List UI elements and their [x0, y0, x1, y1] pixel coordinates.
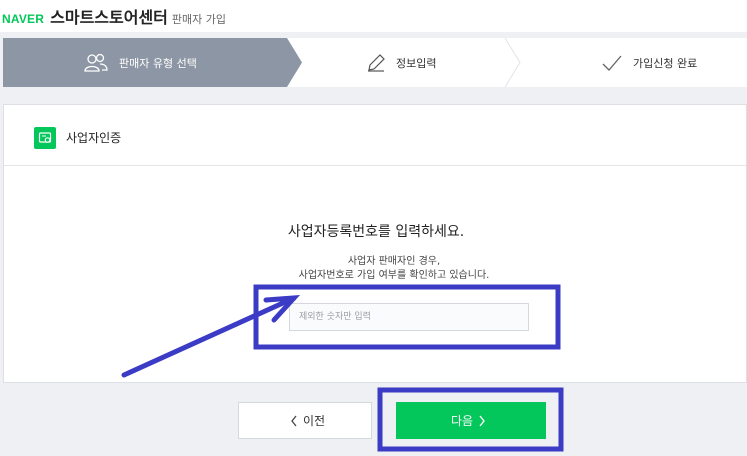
- description-line-1: 사업자 판매자인 경우,: [347, 256, 441, 267]
- step-complete: 가입신청 완료: [601, 38, 697, 87]
- service-title[interactable]: 스마트스토어센터: [50, 4, 168, 28]
- card-title: 사업자인증: [66, 131, 122, 145]
- card-header: 사업자인증: [4, 105, 746, 166]
- chevron-left-icon: [291, 415, 297, 426]
- step-info-input: 정보입력: [366, 38, 436, 87]
- naver-logo[interactable]: NAVER: [2, 12, 44, 26]
- step-label: 판매자 유형 선택: [119, 56, 197, 70]
- business-number-input[interactable]: [289, 303, 529, 331]
- next-button-label: 다음: [450, 414, 474, 428]
- business-verification-card: 사업자인증 사업자등록번호를 입력하세요. 사업자 판매자인 경우, 사업자번호…: [3, 104, 747, 383]
- signup-steps: 판매자 유형 선택 정보입력 가입신청 완료: [3, 38, 747, 87]
- prompt-heading: 사업자등록번호를 입력하세요.: [287, 224, 465, 240]
- step-seller-type: 판매자 유형 선택: [83, 38, 197, 87]
- prev-button[interactable]: 이전: [238, 402, 372, 439]
- check-icon: [602, 55, 622, 71]
- description-line-2: 사업자번호로 가입 여부를 확인하고 있습니다.: [298, 270, 490, 281]
- page-subtitle: 판매자 가입: [171, 13, 226, 26]
- chevron-right-icon: [479, 415, 485, 426]
- pencil-icon: [368, 53, 385, 72]
- top-bar: NAVER 스마트스토어센터 판매자 가입: [0, 0, 747, 32]
- brand: NAVER 스마트스토어센터 판매자 가입: [2, 4, 226, 28]
- prev-button-label: 이전: [302, 414, 326, 428]
- people-icon: [84, 53, 108, 72]
- step-label: 가입신청 완료: [633, 56, 698, 70]
- step-label: 정보입력: [396, 56, 437, 70]
- next-button[interactable]: 다음: [396, 402, 546, 439]
- certificate-icon: [34, 127, 56, 149]
